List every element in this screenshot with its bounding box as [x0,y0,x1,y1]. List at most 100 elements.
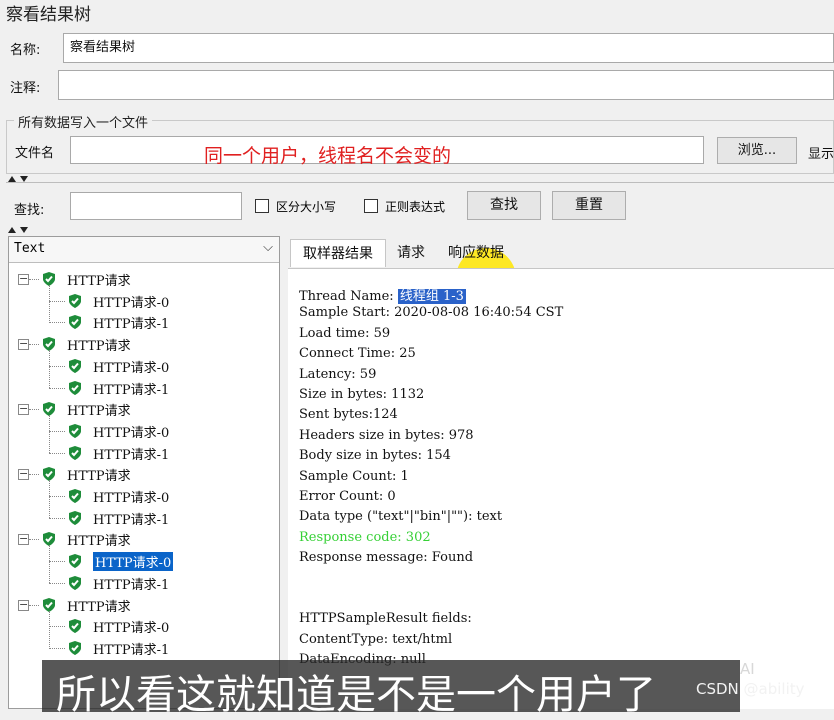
result-field-line: ContentType: text/html [299,631,453,647]
tree-node-label: HTTP请求-0 [93,360,170,376]
tree-connector-vertical [49,285,50,324]
success-shield-icon [67,423,83,439]
collapse-toggle-icon[interactable]: − [18,533,29,546]
ai-badge: AI [740,660,755,678]
name-label: 名称: [10,43,41,58]
display-label: 显示 [808,147,834,162]
result-line: Body size in bytes: 154 [299,448,451,464]
tree-connector-vertical [49,545,50,584]
splitter-arrows-icon-2[interactable] [8,226,34,234]
tree-node-label: HTTP请求 [67,534,131,550]
response-message-line: Response message: Found [299,550,474,566]
thread-name-line: Thread Name: 线程组 1-3 [299,285,466,304]
tree-node-label: HTTP请求 [67,404,131,420]
tree-node-label: HTTP请求-0 [93,621,170,637]
tree-node-label: HTTP请求-1 [93,512,170,528]
renderer-select-value: Text [14,241,46,256]
tree-connector [29,604,39,606]
results-tree-panel: Text ⌵ − HTTP请求 HTTP请求-0 HTTP请求-1 − HTTP请求 HTT… [8,236,280,709]
sampler-result-text: Thread Name: 线程组 1-3 Sample Start: 2020-… [288,268,834,709]
file-group-title: 所有数据写入一个文件 [14,112,153,131]
tree-node-label: HTTP请求-1 [93,447,170,463]
tree-body: − HTTP请求 HTTP请求-0 HTTP请求-1 − HTTP请求 HTTP请求-0 HT… [9,267,279,707]
tree-connector [29,344,39,346]
result-line: Size in bytes: 1132 [299,387,425,402]
result-line: Sent bytes:124 [299,407,398,423]
comment-field[interactable] [58,70,834,100]
result-field-line: HTTPSampleResult fields: [299,611,472,627]
tree-node-label: HTTP请求-0 [93,425,170,441]
tree-node-label: HTTP请求-1 [93,642,170,658]
result-line: Error Count: 0 [299,489,396,504]
tree-connector [49,582,65,584]
find-button[interactable]: 查找 [467,191,541,220]
divider [6,182,834,183]
comment-label: 注释: [10,81,41,96]
result-line: Load time: 59 [299,325,391,341]
tree-connector [49,496,65,497]
case-sensitive-checkbox[interactable] [255,199,269,213]
success-shield-icon [67,358,83,374]
success-shield-icon [67,293,83,309]
tree-connector-vertical [49,610,50,649]
browse-button[interactable]: 浏览... [717,137,797,164]
regex-checkbox[interactable] [364,199,378,213]
success-shield-icon [67,618,83,634]
renderer-select[interactable]: Text ⌵ [9,237,279,263]
tree-connector [29,279,39,280]
collapse-toggle-icon[interactable]: − [18,273,29,285]
tab-request[interactable]: 请求 [390,239,432,267]
collapse-toggle-icon[interactable]: − [18,338,29,351]
result-line: Latency: 59 [299,366,377,382]
success-shield-icon [67,510,83,526]
tree-connector [49,300,65,302]
tree-node-label: HTTP请求 [67,339,131,355]
result-line: Sample Count: 1 [299,468,409,484]
collapse-toggle-icon[interactable]: − [18,468,29,481]
success-shield-icon [67,488,83,504]
result-line: Data type ("text"|"bin"|""): text [299,509,503,525]
tree-connector [49,626,65,628]
tree-node-label: HTTP请求-1 [93,382,170,398]
video-subtitle: 所以看这就知道是不是一个用户了 [56,672,656,718]
tree-connector [49,387,65,389]
tab-response-data[interactable]: 响应数据 [438,239,514,267]
tree-connector [29,409,39,411]
success-shield-icon [67,553,83,569]
search-input[interactable] [70,192,242,220]
case-sensitive-label: 区分大小写 [276,200,337,214]
tree-connector-vertical [49,350,50,389]
tree-node-label: HTTP请求-1 [93,577,170,593]
thread-name-value: 线程组 1-3 [397,289,466,304]
tree-connector [49,322,65,324]
tree-node-label: HTTP请求-0 [93,552,174,572]
reset-button[interactable]: 重置 [552,191,626,220]
success-shield-icon [67,314,83,330]
collapse-toggle-icon[interactable]: − [18,599,29,611]
thread-name-label: Thread Name: [299,289,398,304]
success-shield-icon [67,445,83,461]
tree-node-label: HTTP请求-0 [93,491,170,506]
tree-node-label: HTTP请求-1 [93,317,170,333]
tree-connector [49,517,65,519]
tree-connector [49,561,65,563]
response-code-line: Response code: 302 [299,529,431,545]
result-line: Sample Start: 2020-08-08 16:40:54 CST [299,305,564,321]
tree-connector [49,452,65,454]
success-shield-icon [67,575,83,591]
filename-label: 文件名 [15,146,55,161]
success-shield-icon [67,640,83,656]
tab-sampler-result[interactable]: 取样器结果 [290,239,386,267]
tree-connector-vertical [49,415,50,454]
tree-connector [49,365,65,367]
tree-connector [49,430,65,432]
tree-connector [49,647,65,649]
window-title: 察看结果树 [6,5,91,25]
name-field[interactable]: 察看结果树 [63,33,834,63]
collapse-toggle-icon[interactable]: − [18,403,29,416]
result-line: Connect Time: 25 [299,346,416,362]
success-shield-icon [67,380,83,396]
watermark: CSDN @ability [696,680,805,698]
annotation-note: 同一个用户，线程名不会变的 [204,145,452,167]
tree-connector-vertical [49,480,50,519]
